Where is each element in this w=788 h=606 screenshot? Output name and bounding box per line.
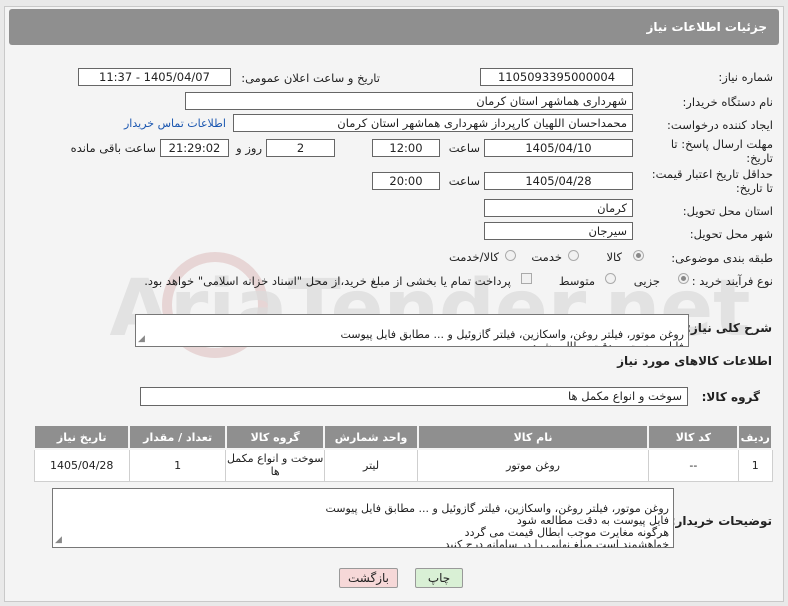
category-radio-goods-service[interactable] [505, 250, 516, 261]
description-textarea[interactable]: روغن موتور، فیلتر روغن، واسکازین، فیلتر … [135, 314, 689, 347]
cell-qty: 1 [128, 448, 227, 482]
buyer-org-label: نام دستگاه خریدار: [682, 95, 773, 109]
table-header-row: ردیف کد کالا نام کالا واحد شمارش گروه کا… [32, 424, 773, 450]
buyer-notes-label: توضیحات خریدار: [670, 514, 772, 528]
days-label: روز و [236, 141, 262, 155]
cell-group: سوخت و انواع مکمل ها [225, 448, 325, 482]
category-label: طبقه بندی موضوعی: [671, 251, 773, 265]
city-field: سیرجان [484, 222, 633, 240]
category-option-service: خدمت [531, 250, 562, 264]
cell-unit: لیتر [323, 448, 419, 482]
resize-grip-icon[interactable]: ◢ [138, 333, 145, 345]
goods-group-field: سوخت و انواع مکمل ها [140, 387, 688, 406]
col-name: نام کالا [416, 424, 650, 450]
items-table: ردیف کد کالا نام کالا واحد شمارش گروه کا… [32, 424, 773, 482]
page-header: جزئیات اطلاعات نیاز [9, 9, 779, 45]
cell-code: -- [647, 448, 739, 482]
description-text: روغن موتور، فیلتر روغن، واسکازین، فیلتر … [340, 328, 684, 347]
process-option-minor: جزیی [633, 274, 660, 288]
deadline-label: مهلت ارسال پاسخ: تا [670, 137, 773, 151]
creator-label: ایجاد کننده درخواست: [667, 118, 773, 132]
cell-date: 1405/04/28 [33, 448, 130, 482]
need-number-label: شماره نیاز: [718, 70, 773, 84]
cell-row: 1 [737, 448, 773, 482]
resize-grip-icon[interactable]: ◢ [55, 534, 62, 546]
col-row: ردیف [737, 424, 773, 450]
deadline-date-field: 1405/04/10 [484, 139, 633, 157]
back-button[interactable]: بازگشت [339, 568, 398, 588]
deadline-label-2: تاریخ: [746, 151, 773, 165]
description-label: شرح کلی نیاز: [686, 321, 772, 335]
buyer-notes-textarea[interactable]: روغن موتور، فیلتر روغن، واسکازین، فیلتر … [52, 488, 674, 548]
cell-name: روغن موتور [417, 448, 649, 482]
announce-label: تاریخ و ساعت اعلان عمومی: [241, 71, 380, 85]
print-button[interactable]: چاپ [415, 568, 463, 588]
city-label: شهر محل تحویل: [689, 227, 773, 241]
remaining-time-field: 21:29:02 [160, 139, 229, 157]
announce-field: 1405/04/07 - 11:37 [78, 68, 231, 86]
col-qty: تعداد / مقدار [128, 424, 227, 450]
process-option-medium: متوسط [558, 274, 595, 288]
goods-info-title: اطلاعات کالاهای مورد نیاز [617, 354, 772, 368]
validity-time-label: ساعت [448, 174, 480, 188]
buyer-org-field: شهرداری هماشهر استان کرمان [185, 92, 633, 110]
days-field: 2 [266, 139, 335, 157]
treasury-note: پرداخت تمام یا بخشی از مبلغ خرید،از محل … [144, 274, 511, 288]
category-option-goods-service: کالا/خدمت [448, 250, 499, 264]
col-unit: واحد شمارش [323, 424, 419, 450]
validity-label-2: تا تاریخ: [735, 181, 773, 195]
deadline-time-label: ساعت [448, 141, 480, 155]
buyer-notes-text: روغن موتور، فیلتر روغن، واسکازین، فیلتر … [325, 502, 669, 548]
process-radio-minor[interactable] [678, 273, 689, 284]
goods-group-label: گروه کالا: [701, 390, 760, 404]
table-row[interactable]: 1 -- روغن موتور لیتر سوخت و انواع مکمل ه… [33, 448, 773, 482]
province-field: کرمان [484, 199, 633, 217]
need-number-field: 1105093395000004 [480, 68, 633, 86]
page-title: جزئیات اطلاعات نیاز [646, 20, 767, 34]
col-date: تاریخ نیاز [32, 424, 131, 450]
category-radio-goods[interactable] [633, 250, 644, 261]
validity-label: حداقل تاریخ اعتبار قیمت: [651, 167, 773, 181]
creator-field: محمداحسان اللهیان کارپرداز شهرداری هماشه… [233, 114, 633, 132]
remaining-label: ساعت باقی مانده [70, 141, 156, 155]
treasury-checkbox[interactable] [521, 273, 532, 284]
deadline-time-field: 12:00 [372, 139, 440, 157]
process-label: نوع فرآیند خرید : [691, 274, 773, 288]
validity-date-field: 1405/04/28 [484, 172, 633, 190]
category-option-goods: کالا [606, 250, 622, 264]
process-radio-medium[interactable] [605, 273, 616, 284]
category-radio-service[interactable] [568, 250, 579, 261]
col-group: گروه کالا [224, 424, 326, 450]
contact-info-link[interactable]: اطلاعات تماس خریدار [124, 117, 226, 130]
validity-time-field: 20:00 [372, 172, 440, 190]
col-code: کد کالا [647, 424, 740, 450]
province-label: استان محل تحویل: [682, 204, 773, 218]
